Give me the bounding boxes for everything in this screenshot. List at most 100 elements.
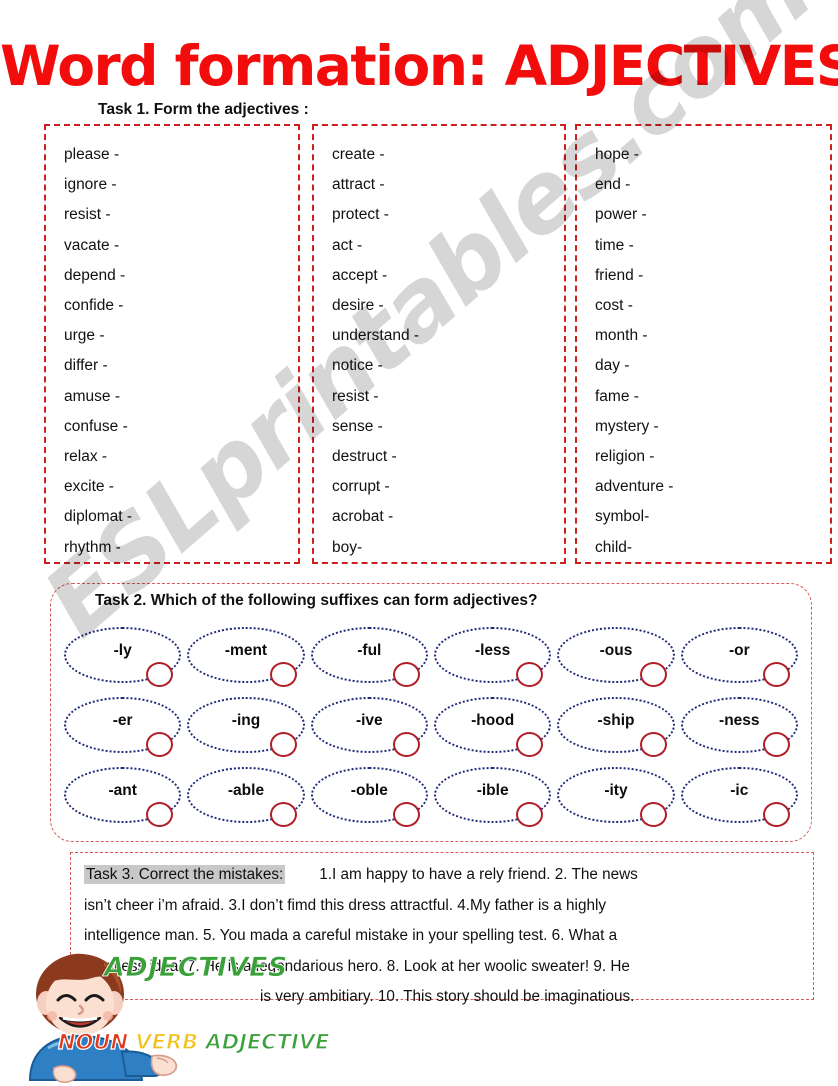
- word-item: resist -: [64, 206, 111, 224]
- word-item: month -: [595, 327, 648, 345]
- word-item: urge -: [64, 327, 105, 345]
- word-item: differ -: [64, 357, 108, 375]
- suffix-oval-ic[interactable]: -ic: [680, 767, 798, 827]
- page-title: Word formation: ADJECTIVES: [0, 34, 838, 98]
- suffix-oval-ship[interactable]: -ship: [557, 697, 675, 757]
- word-item: rhythm -: [64, 538, 121, 556]
- checkbox-circle-icon[interactable]: [762, 802, 790, 827]
- checkbox-circle-icon[interactable]: [392, 802, 420, 827]
- suffix-row-2: -er -ing -ive -hood -ship -ness: [64, 697, 804, 767]
- checkbox-circle-icon[interactable]: [392, 732, 420, 757]
- word-item: attract -: [332, 176, 385, 194]
- suffix-oval-ness[interactable]: -ness: [680, 697, 798, 757]
- checkbox-circle-icon[interactable]: [762, 732, 790, 757]
- checkbox-circle-icon[interactable]: [146, 802, 174, 827]
- suffix-label: -ful: [357, 642, 382, 659]
- worksheet-page: ESLprintables.com Word formation: ADJECT…: [0, 0, 838, 1086]
- hand-left: [52, 1065, 77, 1083]
- word-list-3: hope - end - power - time - friend - cos…: [577, 126, 830, 563]
- word-list-2: create - attract - protect - act - accep…: [314, 126, 564, 563]
- hand-right: [150, 1054, 178, 1076]
- suffix-oval-ment[interactable]: -ment: [187, 627, 305, 687]
- word-item: diplomat -: [64, 508, 133, 526]
- checkbox-circle-icon[interactable]: [516, 802, 544, 827]
- checkbox-circle-icon[interactable]: [516, 732, 544, 757]
- word-item: depend -: [64, 266, 126, 284]
- word-item: protect -: [332, 206, 389, 224]
- checkbox-circle-icon[interactable]: [146, 732, 174, 757]
- suffix-oval-oble[interactable]: -oble: [310, 767, 428, 827]
- suffix-row-3: -ant -able -oble -ible -ity -ic: [64, 767, 804, 837]
- suffix-oval-able[interactable]: -able: [187, 767, 305, 827]
- word-item: time -: [595, 236, 634, 254]
- suffix-label: -ly: [113, 642, 132, 659]
- word-item: child-: [595, 538, 633, 556]
- word-item: corrupt -: [332, 478, 390, 496]
- suffix-oval-hood[interactable]: -hood: [433, 697, 552, 757]
- cheek-right: [103, 1011, 113, 1021]
- suffix-oval-ant[interactable]: -ant: [64, 767, 182, 827]
- checkbox-circle-icon[interactable]: [639, 732, 667, 757]
- word-item: destruct -: [332, 448, 397, 466]
- task3-heading: Task 3. Correct the mistakes:: [84, 865, 286, 884]
- word-item: create -: [332, 146, 385, 163]
- word-item: amuse -: [64, 387, 120, 405]
- word-item: symbol-: [595, 508, 650, 526]
- word-item: confuse -: [64, 417, 128, 435]
- suffix-oval-ly[interactable]: -ly: [64, 627, 182, 687]
- suffix-label: -er: [112, 712, 133, 729]
- suffix-oval-er[interactable]: -er: [64, 697, 182, 757]
- suffix-oval-ity[interactable]: -ity: [557, 767, 675, 827]
- word-item: power -: [595, 206, 647, 224]
- suffix-oval-ive[interactable]: -ive: [310, 697, 428, 757]
- suffix-label: -oble: [350, 782, 388, 799]
- word-item: accept -: [332, 266, 388, 284]
- suffix-label: -ment: [224, 642, 268, 659]
- suffix-oval-ible[interactable]: -ible: [433, 767, 552, 827]
- checkbox-circle-icon[interactable]: [762, 662, 790, 687]
- suffix-oval-or[interactable]: -or: [680, 627, 798, 687]
- word-item: mystery -: [595, 417, 659, 435]
- checkbox-circle-icon[interactable]: [146, 662, 174, 687]
- task2-label: Task 2. Which of the following suffixes …: [95, 592, 538, 609]
- suffix-oval-ing[interactable]: -ing: [187, 697, 305, 757]
- word-item: acrobat -: [332, 508, 394, 526]
- suffix-label: -ship: [597, 712, 635, 729]
- word-item: please -: [64, 146, 120, 163]
- checkbox-circle-icon[interactable]: [516, 662, 544, 687]
- suffix-label: -ness: [719, 712, 760, 729]
- checkbox-circle-icon[interactable]: [269, 802, 297, 827]
- checkbox-circle-icon[interactable]: [639, 662, 667, 687]
- checkbox-circle-icon[interactable]: [269, 662, 297, 687]
- suffix-label: -ous: [599, 642, 633, 659]
- word-item: ignore -: [64, 176, 117, 194]
- cheek-left: [47, 1011, 57, 1021]
- word-item: understand -: [332, 327, 420, 345]
- noun-verb-adjective-wordart: NOUN VERB ADJECTIVE: [57, 1029, 330, 1054]
- word-list-1: please - ignore - resist - vacate - depe…: [46, 126, 298, 563]
- word-item: adventure -: [595, 478, 674, 496]
- task1-column-3: hope - end - power - time - friend - cos…: [575, 124, 832, 564]
- suffix-label: -able: [227, 782, 265, 799]
- checkbox-circle-icon[interactable]: [269, 732, 297, 757]
- suffix-oval-ful[interactable]: -ful: [310, 627, 428, 687]
- suffix-oval-ous[interactable]: -ous: [557, 627, 675, 687]
- word-item: vacate -: [64, 236, 120, 254]
- suffix-oval-grid: -ly -ment -ful -less -ous -or -er -ing -…: [64, 627, 804, 837]
- checkbox-circle-icon[interactable]: [392, 662, 420, 687]
- word-item: religion -: [595, 448, 655, 466]
- word-item: boy-: [332, 538, 363, 556]
- suffix-oval-less[interactable]: -less: [433, 627, 552, 687]
- word-item: confide -: [64, 297, 124, 315]
- suffix-label: -ing: [231, 712, 261, 729]
- word-item: day -: [595, 357, 630, 375]
- suffix-label: -hood: [471, 712, 515, 729]
- suffix-label: -ible: [476, 782, 509, 799]
- checkbox-circle-icon[interactable]: [639, 802, 667, 827]
- word-item: desire -: [332, 297, 384, 315]
- adjectives-word-art: ADJECTIVES: [104, 952, 288, 984]
- suffix-label: -ive: [355, 712, 383, 729]
- word-item: resist -: [332, 387, 379, 405]
- suffix-row-1: -ly -ment -ful -less -ous -or: [64, 627, 804, 697]
- suffix-label: -less: [474, 642, 511, 659]
